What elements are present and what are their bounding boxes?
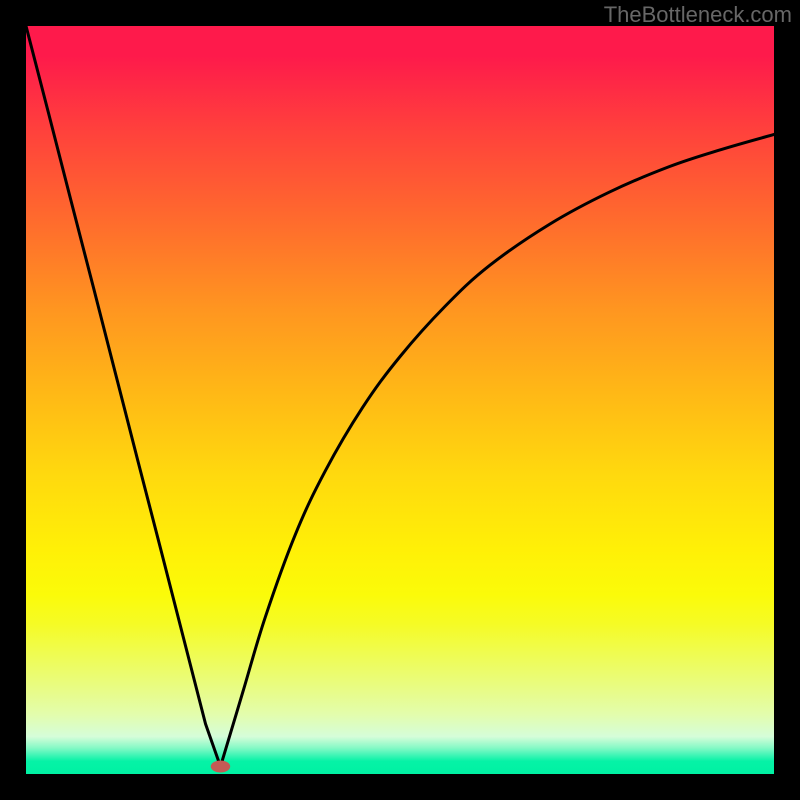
- watermark-text: TheBottleneck.com: [604, 2, 792, 28]
- curve-left-branch: [26, 26, 220, 767]
- plot-area: [26, 26, 774, 774]
- minimum-marker: [211, 761, 230, 773]
- chart-frame: TheBottleneck.com: [0, 0, 800, 800]
- curve-right-branch: [220, 134, 774, 766]
- curve-svg: [26, 26, 774, 774]
